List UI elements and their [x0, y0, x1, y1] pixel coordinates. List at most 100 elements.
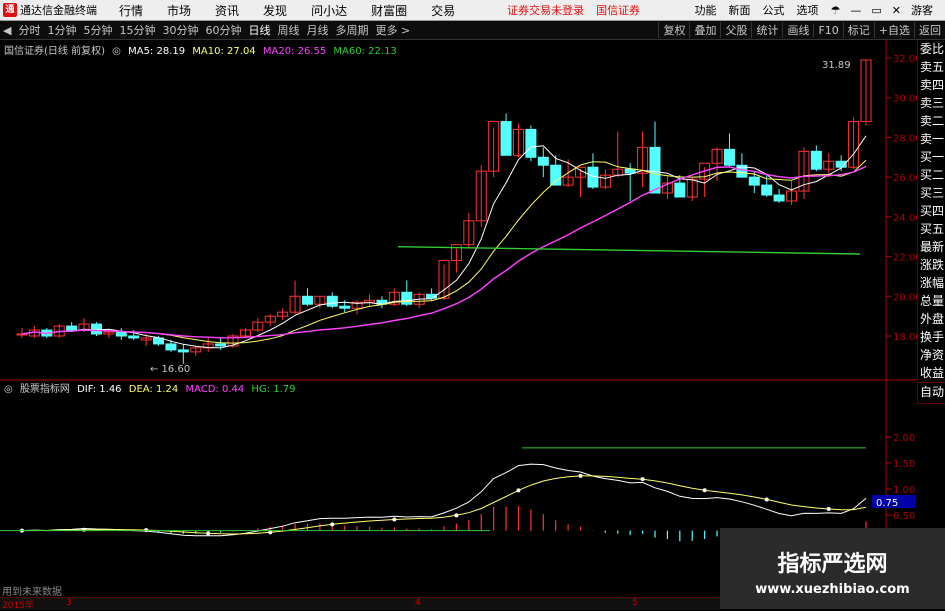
- tool-zixuan[interactable]: +自选: [874, 22, 910, 38]
- menu-xuanxiang[interactable]: 选项: [797, 2, 819, 18]
- ma5-label: MA5: 28.19: [128, 46, 185, 57]
- menu-item-faxian[interactable]: 发现: [263, 2, 287, 19]
- side-buywu[interactable]: 买五: [918, 220, 945, 238]
- candle-body: [91, 324, 101, 334]
- auto-button[interactable]: 自动: [917, 382, 945, 404]
- candle-body: [116, 332, 126, 336]
- side-buyyi[interactable]: 买一: [918, 148, 945, 166]
- period-60min[interactable]: 60分钟: [205, 22, 241, 38]
- period-1min[interactable]: 1分钟: [47, 22, 76, 38]
- nav-left-icon[interactable]: ◀: [3, 24, 11, 37]
- ma20-label: MA20: 26.55: [263, 46, 326, 57]
- menu-item-wenxiaoda[interactable]: 问小达: [311, 2, 347, 19]
- side-maisan[interactable]: 卖三: [918, 94, 945, 112]
- dea-dot: [206, 531, 210, 535]
- tool-biaoji[interactable]: 标记: [843, 22, 870, 38]
- candle-body: [650, 147, 660, 193]
- trade-login-alert[interactable]: 证券交易未登录: [507, 2, 584, 18]
- period-fenshi[interactable]: 分时: [18, 22, 40, 38]
- side-maisi[interactable]: 卖四: [918, 76, 945, 94]
- sub-settings-icon[interactable]: ◎: [4, 384, 13, 395]
- price-tick-label: 24.00: [893, 213, 917, 224]
- side-zuixin[interactable]: 最新: [918, 238, 945, 256]
- price-tick-label: 26.00: [893, 173, 917, 184]
- date-label-year: 2015年: [2, 598, 34, 611]
- period-more[interactable]: 更多 >: [375, 22, 410, 38]
- dea-dot: [392, 517, 396, 521]
- side-maiyi[interactable]: 卖一: [918, 130, 945, 148]
- restore-icon[interactable]: ▭: [871, 4, 881, 17]
- minimize-icon[interactable]: —: [850, 4, 861, 17]
- period-multi[interactable]: 多周期: [335, 22, 368, 38]
- tool-tongji[interactable]: 统计: [751, 22, 778, 38]
- high-price-label: 31.89: [822, 60, 851, 71]
- menu-bar: 通 通达信金融终端 行情 市场 资讯 发现 问小达 财富圈 交易 证券交易未登录…: [0, 0, 945, 21]
- dea-dot: [82, 528, 86, 532]
- broker-name[interactable]: 国信证券: [596, 2, 640, 18]
- dea-dot: [330, 522, 334, 526]
- date-label-m3: 3: [66, 598, 72, 608]
- macd-tick-label: 2.00: [893, 433, 915, 444]
- tool-huaxian[interactable]: 画线: [782, 22, 809, 38]
- side-zongliang[interactable]: 总量: [918, 292, 945, 310]
- menu-gongshi[interactable]: 公式: [763, 2, 785, 18]
- price-tick-label: 28.00: [893, 133, 917, 144]
- app-title: 通达信金融终端: [20, 2, 97, 18]
- side-jingzi[interactable]: 净资: [918, 346, 945, 364]
- menu-item-zixun[interactable]: 资讯: [215, 2, 239, 19]
- side-maiwu[interactable]: 卖五: [918, 58, 945, 76]
- menu-gongneng[interactable]: 功能: [695, 2, 717, 18]
- tool-f10[interactable]: F10: [813, 24, 838, 37]
- tool-fanhui[interactable]: 返回: [914, 22, 941, 38]
- tool-fugu[interactable]: 父股: [720, 22, 747, 38]
- side-huanshou[interactable]: 换手: [918, 328, 945, 346]
- candle-body: [302, 296, 312, 304]
- menu-item-caifuquan[interactable]: 财富圈: [371, 2, 407, 19]
- macd-current-value: 0.75: [876, 498, 898, 509]
- side-weibi[interactable]: 委比: [918, 40, 945, 58]
- side-zhangfu[interactable]: 涨幅: [918, 274, 945, 292]
- candle-body: [216, 344, 226, 346]
- kline-chart[interactable]: 32.0030.0028.0026.0024.0022.0020.0018.00…: [0, 40, 917, 597]
- settings-icon[interactable]: ◎: [112, 46, 121, 57]
- menu-item-shichang[interactable]: 市场: [167, 2, 191, 19]
- menu-xinmian[interactable]: 新面: [729, 2, 751, 18]
- hg-label: HG: 1.79: [251, 384, 295, 395]
- period-monthly[interactable]: 月线: [306, 22, 328, 38]
- tool-fuquan[interactable]: 复权: [658, 22, 685, 38]
- side-waipan[interactable]: 外盘: [918, 310, 945, 328]
- side-shouyi[interactable]: 收益: [918, 364, 945, 382]
- macd-tick-label: 1.00: [893, 485, 915, 496]
- candle-body: [762, 185, 772, 195]
- dea-label: DEA: 1.24: [129, 384, 179, 395]
- period-5min[interactable]: 5分钟: [83, 22, 112, 38]
- menu-item-jiaoyi[interactable]: 交易: [431, 2, 455, 19]
- dea-dot: [765, 497, 769, 501]
- period-daily[interactable]: 日线: [248, 22, 270, 38]
- candle-body: [749, 177, 759, 185]
- close-icon[interactable]: ✕: [892, 4, 901, 17]
- menu-item-hangqing[interactable]: 行情: [119, 2, 143, 19]
- side-buyer[interactable]: 买二: [918, 166, 945, 184]
- side-zhangdie[interactable]: 涨跌: [918, 256, 945, 274]
- skin-icon[interactable]: ☂: [831, 4, 841, 17]
- side-maier[interactable]: 卖二: [918, 112, 945, 130]
- candle-body: [625, 169, 635, 173]
- period-weekly[interactable]: 周线: [277, 22, 299, 38]
- side-buysan[interactable]: 买三: [918, 184, 945, 202]
- candle-body: [724, 149, 734, 165]
- side-buysi[interactable]: 买四: [918, 202, 945, 220]
- user-login[interactable]: 游客: [911, 2, 933, 18]
- period-15min[interactable]: 15分钟: [119, 22, 155, 38]
- macd-label: MACD: 0.44: [185, 384, 244, 395]
- app-logo-icon: 通: [3, 3, 17, 17]
- dif-line: [22, 464, 866, 536]
- dea-dot: [144, 528, 148, 532]
- candle-body: [551, 165, 561, 185]
- candle-body: [501, 122, 511, 156]
- tool-diejia[interactable]: 叠加: [689, 22, 716, 38]
- quote-side-panel: 委比 卖五 卖四 卖三 卖二 卖一 买一 买二 买三 买四 买五 最新 涨跌 涨…: [917, 40, 945, 380]
- candle-body: [67, 326, 77, 330]
- period-30min[interactable]: 30分钟: [162, 22, 198, 38]
- price-tick-label: 32.00: [893, 54, 917, 65]
